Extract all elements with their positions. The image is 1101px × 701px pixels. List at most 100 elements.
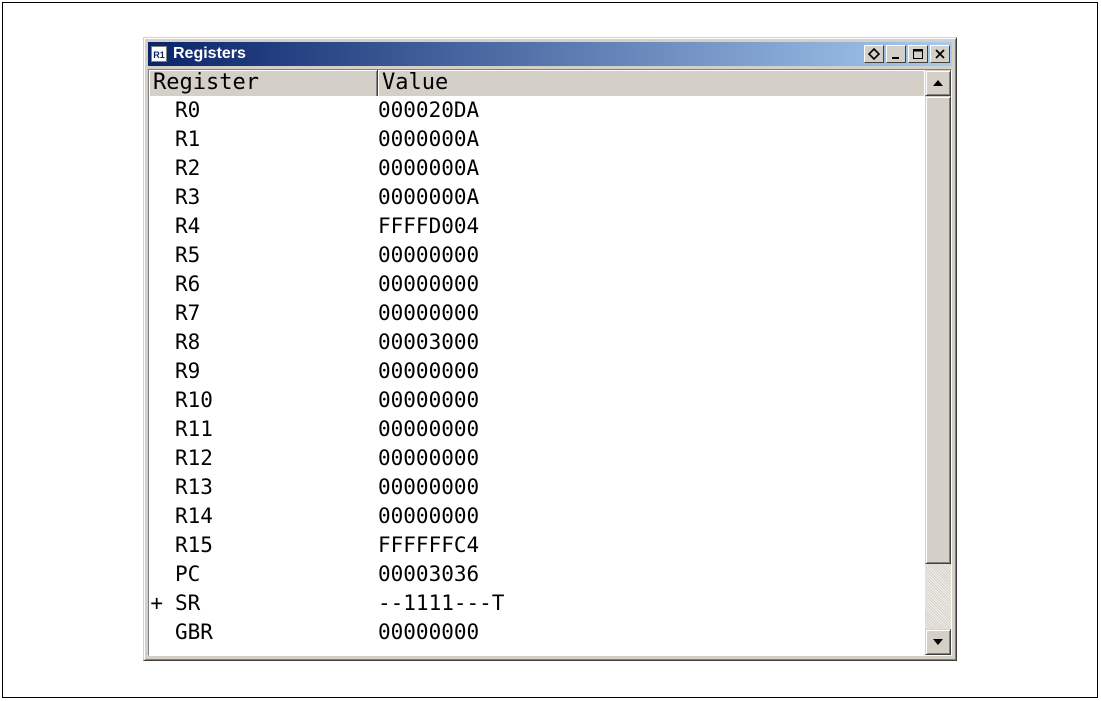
register-value[interactable]: 00000000 — [378, 618, 924, 647]
row-indent — [149, 154, 163, 183]
register-list: Register Value R0 000020DA R1 0000000A R2 000… — [148, 69, 952, 656]
register-value[interactable]: 00000000 — [378, 357, 924, 386]
dock-button[interactable] — [864, 45, 884, 63]
register-name: R13 — [175, 475, 213, 499]
close-button[interactable] — [930, 45, 950, 63]
scroll-up-button[interactable] — [925, 70, 951, 96]
register-value[interactable]: 00003036 — [378, 560, 924, 589]
register-name: R7 — [175, 301, 201, 325]
register-name: R15 — [175, 533, 213, 557]
column-header-value[interactable]: Value — [378, 70, 924, 96]
register-value[interactable]: 0000000A — [378, 125, 924, 154]
register-row[interactable]: R2 0000000A — [149, 154, 924, 183]
register-value[interactable]: 00000000 — [378, 415, 924, 444]
register-value[interactable]: --1111---T — [378, 589, 924, 618]
row-indent — [149, 386, 163, 415]
register-row[interactable]: R8 00003000 — [149, 328, 924, 357]
register-row[interactable]: GBR 00000000 — [149, 618, 924, 647]
register-row[interactable]: R5 00000000 — [149, 241, 924, 270]
row-indent — [149, 618, 163, 647]
row-indent — [149, 560, 163, 589]
expand-toggle[interactable]: + — [149, 589, 163, 618]
register-value[interactable]: 00003000 — [378, 328, 924, 357]
register-value[interactable]: 00000000 — [378, 444, 924, 473]
minimize-icon — [892, 57, 899, 59]
register-name: R1 — [175, 127, 201, 151]
register-row[interactable]: R3 0000000A — [149, 183, 924, 212]
close-icon — [935, 49, 945, 59]
registers-window: R1 Registers Register Value R0 000020DA … — [143, 37, 957, 661]
register-value[interactable]: 0000000A — [378, 154, 924, 183]
figure-frame: R1 Registers Register Value R0 000020DA … — [2, 2, 1098, 698]
title-bar[interactable]: R1 Registers — [148, 42, 952, 66]
register-row[interactable]: R1 0000000A — [149, 125, 924, 154]
row-indent — [149, 96, 163, 125]
register-name: R0 — [175, 98, 201, 122]
register-name: R10 — [175, 388, 213, 412]
register-value[interactable]: FFFFFFC4 — [378, 531, 924, 560]
register-row[interactable]: R0 000020DA — [149, 96, 924, 125]
register-row[interactable]: R10 00000000 — [149, 386, 924, 415]
app-icon: R1 — [151, 46, 167, 62]
register-row[interactable]: R9 00000000 — [149, 357, 924, 386]
register-name: SR — [175, 591, 201, 615]
row-indent — [149, 183, 163, 212]
row-indent — [149, 328, 163, 357]
scrollbar-thumb[interactable] — [925, 96, 951, 564]
scroll-down-button[interactable] — [925, 629, 951, 655]
register-value[interactable]: 00000000 — [378, 241, 924, 270]
register-value[interactable]: 00000000 — [378, 270, 924, 299]
row-indent — [149, 473, 163, 502]
register-row[interactable]: R6 00000000 — [149, 270, 924, 299]
arrow-up-icon — [933, 80, 943, 86]
maximize-button[interactable] — [908, 45, 928, 63]
register-name: PC — [175, 562, 201, 586]
row-indent — [149, 299, 163, 328]
register-row[interactable]: R12 00000000 — [149, 444, 924, 473]
register-row[interactable]: R11 00000000 — [149, 415, 924, 444]
register-name: R8 — [175, 330, 201, 354]
register-row[interactable]: R4 FFFFD004 — [149, 212, 924, 241]
row-indent — [149, 415, 163, 444]
register-row[interactable]: PC 00003036 — [149, 560, 924, 589]
window-title: Registers — [173, 45, 246, 62]
register-row[interactable]: R13 00000000 — [149, 473, 924, 502]
register-name: R12 — [175, 446, 213, 470]
register-name: R11 — [175, 417, 213, 441]
register-name: R5 — [175, 243, 201, 267]
maximize-icon — [913, 49, 923, 59]
register-row[interactable]: R14 00000000 — [149, 502, 924, 531]
register-name: GBR — [175, 620, 213, 644]
column-header: Register Value — [149, 70, 924, 96]
arrow-down-icon — [933, 639, 943, 645]
row-indent — [149, 357, 163, 386]
register-value[interactable]: 00000000 — [378, 386, 924, 415]
row-indent — [149, 125, 163, 154]
register-row[interactable]: R7 00000000 — [149, 299, 924, 328]
row-indent — [149, 270, 163, 299]
column-header-register[interactable]: Register — [149, 70, 378, 96]
register-name: R2 — [175, 156, 201, 180]
register-name: R14 — [175, 504, 213, 528]
register-value[interactable]: 0000000A — [378, 183, 924, 212]
register-rows: R0 000020DA R1 0000000A R2 0000000A R3 0000000A… — [149, 96, 924, 647]
register-row[interactable]: + SR --1111---T — [149, 589, 924, 618]
row-indent — [149, 212, 163, 241]
dock-icon — [868, 48, 880, 60]
register-name: R3 — [175, 185, 201, 209]
register-value[interactable]: 000020DA — [378, 96, 924, 125]
register-value[interactable]: 00000000 — [378, 473, 924, 502]
register-value[interactable]: FFFFD004 — [378, 212, 924, 241]
row-indent — [149, 241, 163, 270]
row-indent — [149, 444, 163, 473]
vertical-scrollbar[interactable] — [925, 70, 951, 655]
register-name: R6 — [175, 272, 201, 296]
register-name: R9 — [175, 359, 201, 383]
register-value[interactable]: 00000000 — [378, 502, 924, 531]
minimize-button[interactable] — [886, 45, 906, 63]
register-value[interactable]: 00000000 — [378, 299, 924, 328]
row-indent — [149, 502, 163, 531]
register-row[interactable]: R15 FFFFFFC4 — [149, 531, 924, 560]
row-indent — [149, 531, 163, 560]
register-name: R4 — [175, 214, 201, 238]
